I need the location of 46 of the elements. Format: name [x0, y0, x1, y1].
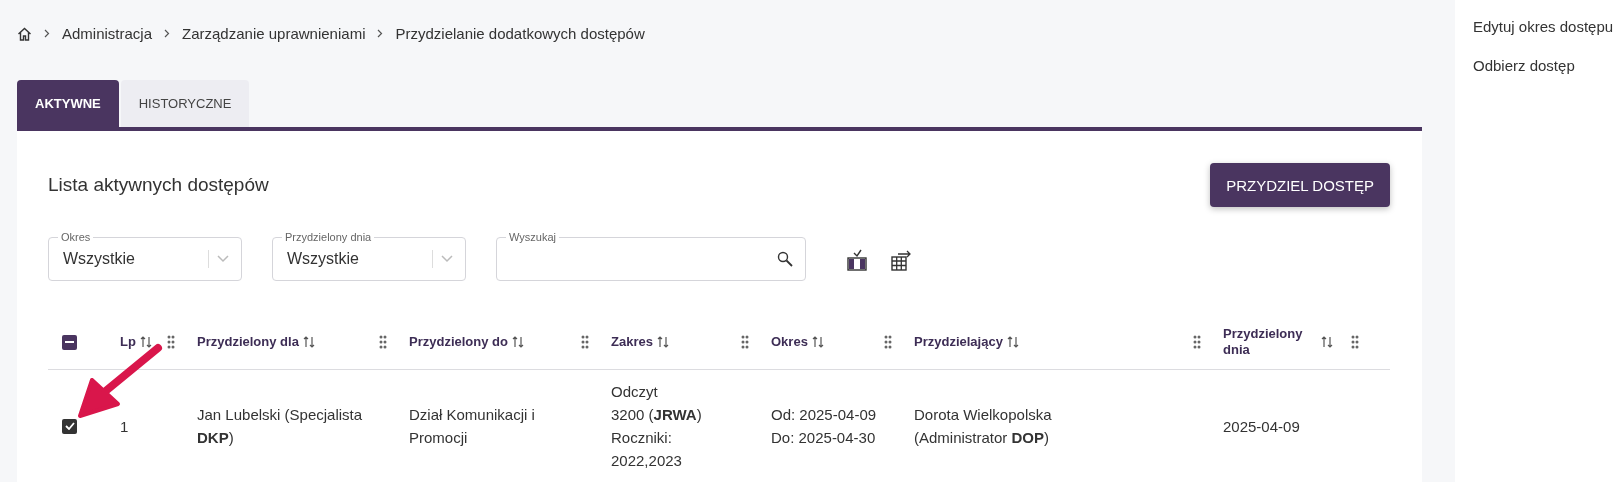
assign-access-button[interactable]: PRZYDZIEL DOSTĘP — [1210, 163, 1390, 207]
sort-icon[interactable] — [1321, 335, 1333, 349]
column-header: Przydzielony dnia — [1223, 326, 1303, 358]
drag-handle-icon[interactable] — [379, 335, 387, 349]
sort-icon[interactable] — [139, 335, 152, 349]
column-header: Zakres — [611, 334, 653, 350]
column-header: Przydzielony do — [409, 334, 508, 350]
table-cell-text: Dział Komunikacji i Promocji — [408, 405, 536, 448]
breadcrumb-link[interactable]: Zarządzanie uprawnieniami — [182, 25, 366, 42]
table-cell-text: Odczyt 3200 (JRWA) Roczniki: 2022,2023 — [610, 382, 703, 471]
table-cell-text: Dorota Wielkopolska (Administrator DOP) — [913, 405, 1053, 448]
table-cell-text: Jan Lubelski (Specjalista DKP) — [196, 405, 364, 448]
breadcrumb-link[interactable]: Przydzielanie dodatkowych dostępów — [395, 25, 645, 42]
column-header: Okres — [771, 334, 808, 350]
side-menu-item[interactable]: Edytuj okres dostępu — [1473, 18, 1624, 35]
chevron-right-icon — [44, 29, 50, 38]
drag-handle-icon[interactable] — [884, 335, 892, 349]
sort-icon[interactable] — [656, 335, 669, 349]
table-cell-text: 2025-04-09 — [1222, 416, 1301, 437]
sort-icon[interactable] — [511, 335, 524, 349]
table-cell-text: 1 — [119, 416, 130, 437]
row-checkbox[interactable] — [62, 418, 77, 434]
chevron-right-icon — [377, 29, 384, 38]
columns-check-icon[interactable] — [846, 249, 868, 271]
tab[interactable]: AKTYWNE — [17, 80, 119, 127]
drag-handle-icon[interactable] — [1193, 335, 1201, 349]
sort-icon[interactable] — [302, 335, 315, 349]
column-header: Przydzielający — [914, 334, 1003, 350]
drag-handle-icon[interactable] — [741, 335, 749, 349]
list-title: Lista aktywnych dostępów — [48, 174, 269, 196]
drag-handle-icon[interactable] — [167, 335, 175, 349]
drag-handle-icon[interactable] — [1351, 335, 1359, 349]
select-all-checkbox[interactable] — [62, 334, 77, 350]
chevron-right-icon — [164, 29, 171, 38]
breadcrumb-link[interactable]: Administracja — [62, 25, 153, 42]
sort-icon[interactable] — [1006, 335, 1019, 349]
drag-handle-icon[interactable] — [581, 335, 589, 349]
home-icon[interactable] — [17, 26, 32, 41]
side-menu-item[interactable]: Odbierz dostęp — [1473, 57, 1624, 74]
sort-icon[interactable] — [811, 335, 824, 349]
table-cell-text: Od: 2025-04-09 Do: 2025-04-30 — [770, 405, 878, 448]
column-header: Przydzielony dla — [197, 334, 299, 350]
tab[interactable]: HISTORYCZNE — [120, 80, 250, 127]
search-icon[interactable] — [777, 251, 793, 267]
table-export-icon[interactable] — [890, 249, 912, 271]
column-header: Lp — [120, 334, 136, 350]
